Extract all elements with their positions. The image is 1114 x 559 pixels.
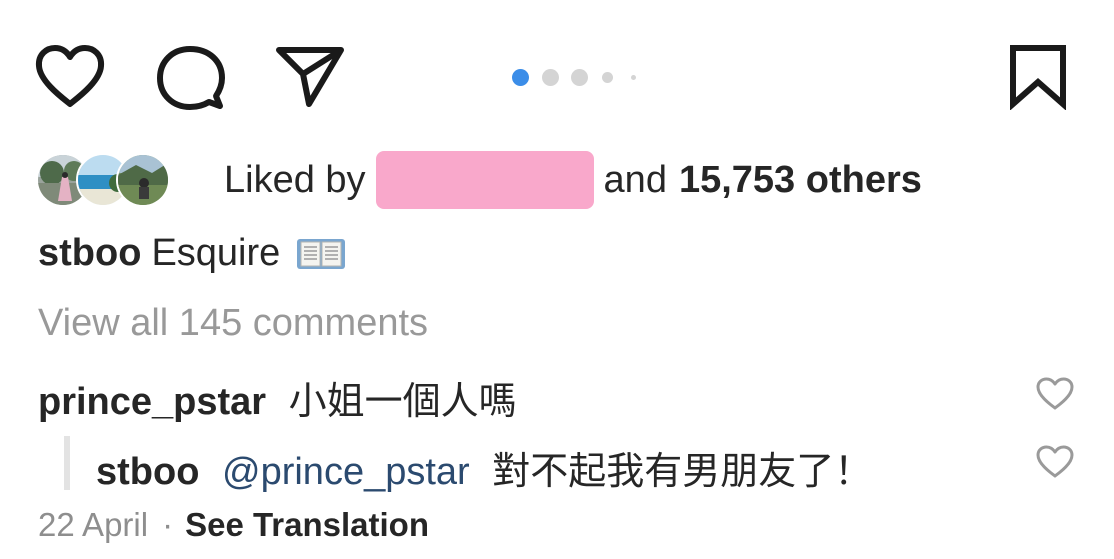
comment-bubble-icon <box>157 46 225 110</box>
see-translation-link[interactable]: See Translation <box>185 506 429 544</box>
caption-username[interactable]: stboo <box>38 232 141 275</box>
carousel-dot-active <box>512 68 529 86</box>
view-all-comments-link[interactable]: View all 145 comments <box>38 302 428 345</box>
heart-icon <box>35 45 105 107</box>
likes-row[interactable]: Liked by and 15,753 others <box>36 150 922 210</box>
like-button[interactable] <box>34 44 106 110</box>
carousel-dot <box>631 74 636 80</box>
open-book-icon <box>296 237 346 271</box>
liker-avatars <box>36 153 170 207</box>
comment-button[interactable] <box>156 44 226 112</box>
reply-username[interactable]: stboo <box>96 451 199 493</box>
paper-plane-icon <box>276 47 344 107</box>
heart-icon <box>1036 445 1074 478</box>
carousel-dot <box>602 71 613 83</box>
heart-icon <box>1036 377 1074 410</box>
reply-text: 對不起我有男朋友了！ <box>492 451 873 493</box>
comment-like-button[interactable] <box>1035 376 1075 417</box>
caption-text: Esquire <box>151 232 281 274</box>
carousel-dot <box>542 68 559 86</box>
reply-thread-line <box>64 436 70 490</box>
carousel-indicator <box>512 66 648 88</box>
save-button[interactable] <box>1008 44 1068 110</box>
likes-conjunction: and <box>603 158 667 201</box>
post-footer: Liked by and 15,753 others stboo Esquire <box>0 0 1114 559</box>
reply-like-button[interactable] <box>1035 444 1075 485</box>
comment-item: prince_pstar 小姐一個人嗎 <box>38 370 517 425</box>
redacted-username <box>375 151 594 209</box>
comment-text: 小姐一個人嗎 <box>288 381 517 423</box>
likes-count[interactable]: 15,753 others <box>679 159 922 202</box>
bookmark-icon <box>1010 45 1066 110</box>
carousel-dot <box>571 68 588 86</box>
comment-username[interactable]: prince_pstar <box>38 381 266 423</box>
share-button[interactable] <box>275 44 345 108</box>
post-caption: stboo Esquire <box>38 232 346 275</box>
reply-item: stboo @prince_pstar 對不起我有男朋友了！ <box>96 440 872 495</box>
avatar <box>116 153 170 207</box>
reply-mention[interactable]: @prince_pstar <box>222 451 470 493</box>
likes-text: Liked by and 15,753 others <box>224 150 922 210</box>
meta-separator: · <box>162 506 174 543</box>
liked-by-label: Liked by <box>224 158 366 201</box>
post-meta: 22 April · See Translation <box>38 506 429 544</box>
post-date: 22 April <box>38 506 149 543</box>
